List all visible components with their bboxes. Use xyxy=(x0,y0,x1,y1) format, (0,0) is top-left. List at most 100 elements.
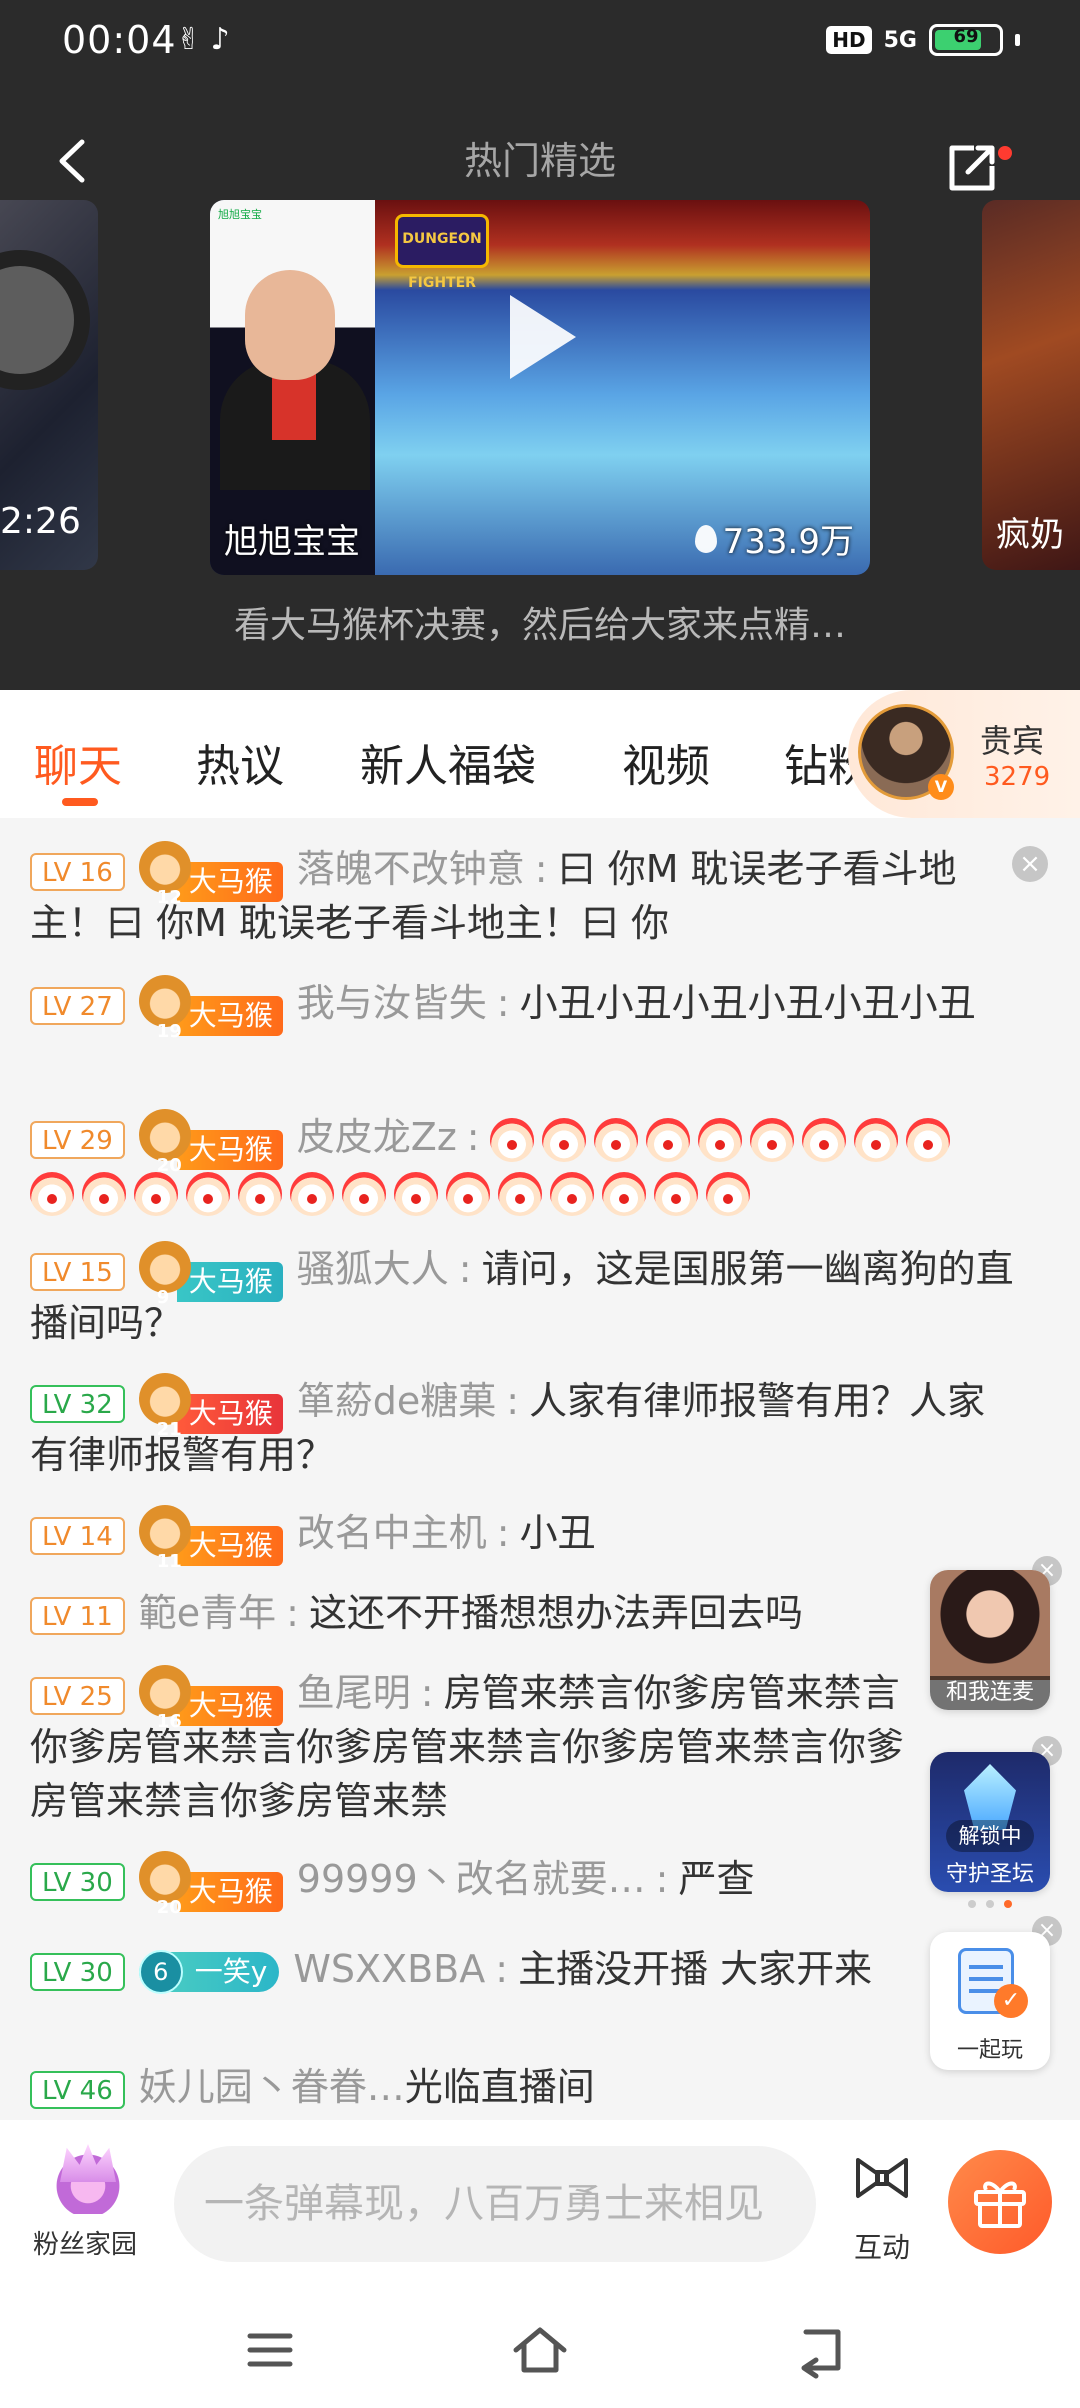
system-nav-bar xyxy=(0,2288,1080,2408)
chat-message: LV 14 11 大马猴 改名中主机: 小丑 xyxy=(30,1504,1020,1572)
tab-newbie-bag[interactable]: 新人福袋 xyxy=(360,730,536,794)
play-together-label: 一起玩 xyxy=(956,2038,1023,2063)
notification-icons: ✌ ♪ xyxy=(176,22,230,57)
user-level-badge: LV 29 xyxy=(30,1120,125,1159)
game-logo: DUNGEON FIGHTER xyxy=(395,214,489,291)
avatar xyxy=(930,1570,1050,1680)
user-level-badge: LV 16 xyxy=(30,852,125,891)
home-icon[interactable] xyxy=(510,2320,570,2380)
system-indicators: HD 5G 69 xyxy=(826,24,1020,56)
vip-icon: V xyxy=(928,774,954,800)
streamer-name: 疯奶 xyxy=(996,515,1064,555)
clown-emoji-icon xyxy=(749,1117,794,1162)
fan-badge: 20 大马猴 xyxy=(138,1850,283,1918)
menu-icon[interactable] xyxy=(240,2320,300,2380)
chat-username[interactable]: 皮皮龙Zz xyxy=(297,1115,457,1159)
back-nav-icon[interactable] xyxy=(790,2320,850,2380)
user-level-badge: LV 46 xyxy=(30,2070,125,2109)
tab-videos[interactable]: 视频 xyxy=(622,730,710,794)
user-level-badge: LV 27 xyxy=(30,986,125,1025)
clown-emoji-icon xyxy=(394,1171,438,1216)
clown-emoji-icon xyxy=(706,1171,750,1216)
chat-message: LV 27 19 大马猴 我与汝皆失: 小丑小丑小丑小丑小丑小丑 xyxy=(30,974,1020,1042)
clock: 00:04 xyxy=(62,18,177,62)
fan-badge: 12 大马猴 xyxy=(138,840,283,908)
check-icon: ✓ xyxy=(994,1984,1028,2018)
chat-username[interactable]: 改名中主机 xyxy=(297,1511,487,1555)
guest-label: 贵宾 xyxy=(980,722,1045,760)
streamer-name: 旭旭宝宝 xyxy=(224,522,360,562)
fan-badge: 16 大马猴 xyxy=(138,1664,283,1732)
guest-count: 3279 xyxy=(984,762,1051,792)
hd-icon: HD xyxy=(826,26,872,54)
signal-icon: 5G xyxy=(883,27,917,53)
chat-text: 这还不开播想想办法弄回去吗 xyxy=(308,1591,803,1635)
popularity-count: 733.9万 xyxy=(694,514,854,563)
chat-text: 小丑 xyxy=(519,1511,596,1555)
chat-username[interactable]: 鱼尾明 xyxy=(297,1671,411,1715)
active-tab-indicator xyxy=(62,798,98,806)
gift-icon xyxy=(974,2181,1026,2228)
lianmai-card[interactable]: 和我连麦 xyxy=(930,1570,1050,1710)
clown-emoji-icon xyxy=(550,1171,594,1216)
featured-carousel[interactable]: 2:26 旭旭宝宝 DUNGEON FIGHTER 旭旭宝宝 733.9万 疯奶 xyxy=(0,200,1080,575)
user-level-badge: LV 30 xyxy=(30,1952,125,1991)
carousel-card-main[interactable]: 旭旭宝宝 DUNGEON FIGHTER 旭旭宝宝 733.9万 xyxy=(210,200,870,575)
clown-emoji-icon xyxy=(853,1117,898,1162)
chat-username[interactable]: 骚狐大人 xyxy=(297,1247,449,1291)
chat-text: 严查 xyxy=(678,1857,755,1901)
clown-emoji-icon xyxy=(82,1171,126,1216)
clown-emoji-icon xyxy=(342,1171,386,1216)
tab-discussion[interactable]: 热议 xyxy=(196,730,284,794)
play-together-card[interactable]: ✓ 一起玩 xyxy=(930,1932,1050,2070)
chat-username[interactable]: 範e青年 xyxy=(139,1591,276,1635)
clown-emoji-icon xyxy=(541,1117,586,1162)
chat-text: 小丑小丑小丑小丑小丑小丑 xyxy=(519,981,976,1025)
guard-altar-card[interactable]: 解锁中 守护圣坛 xyxy=(930,1752,1050,1892)
fan-badge: 11 大马猴 xyxy=(138,1504,283,1572)
chat-username[interactable]: 我与汝皆失 xyxy=(297,981,487,1025)
clown-emoji-icon xyxy=(30,1171,74,1216)
crown-icon xyxy=(50,2144,126,2214)
chat-username[interactable]: WSXXBBA xyxy=(293,1947,485,1991)
chat-username[interactable]: 妖儿园丶眷眷… xyxy=(139,2065,405,2109)
chat-message: LV 46 妖儿园丶眷眷…光临直播间 xyxy=(30,2060,1020,2114)
clown-emoji-icon xyxy=(498,1171,542,1216)
chat-message: LV 25 16 大马猴 鱼尾明: 房管来禁言你爹房管来禁言你爹房管来禁言你爹房管来禁言… xyxy=(30,1664,930,1828)
vip-guest-button[interactable]: V 贵宾 3279 xyxy=(848,690,1080,818)
gift-button[interactable] xyxy=(948,2150,1052,2254)
chat-username[interactable]: 箪蒶de糖菓 xyxy=(297,1379,497,1423)
video-duration: 2:26 xyxy=(0,501,81,542)
carousel-card-prev[interactable]: 2:26 xyxy=(0,200,98,570)
fan-badge: 21 大马猴 xyxy=(138,1372,283,1440)
chat-message: LV 30 20 大马猴 99999丶改名就要…: 严查 xyxy=(30,1850,1020,1918)
guard-altar-label: 守护圣坛 xyxy=(945,1862,1034,1887)
chat-text: 光临直播间 xyxy=(404,2065,595,2109)
carousel-card-next[interactable]: 疯奶 xyxy=(982,200,1080,570)
chat-message: LV 29 20 大马猴 皮皮龙Zz: xyxy=(30,1108,1020,1218)
play-icon[interactable] xyxy=(510,295,576,379)
danmu-input[interactable]: 一条弹幕现，八百万勇士来相见 xyxy=(174,2146,816,2262)
share-icon[interactable] xyxy=(944,140,1000,196)
chat-list[interactable]: LV 16 12 大马猴 落魄不改钟意: 曰 你M 耽误老子看斗地主！曰 你M 耽误老子… xyxy=(0,830,1080,2120)
fans-home-label: 粉丝家园 xyxy=(32,2230,137,2260)
chat-message: LV 11 範e青年: 这还不开播想想办法弄回去吗 xyxy=(30,1586,1020,1640)
user-level-badge: LV 14 xyxy=(30,1516,125,1555)
bottom-bar: 粉丝家园 一条弹幕现，八百万勇士来相见 互动 xyxy=(0,2120,1080,2288)
carousel-caption: 看大马猴杯决赛，然后给大家来点精… xyxy=(233,605,846,646)
page-title: 热门精选 xyxy=(463,139,616,183)
unlock-status: 解锁中 xyxy=(946,1820,1034,1852)
fan-badge: 20 大马猴 xyxy=(138,1108,283,1176)
clown-emoji-icon xyxy=(446,1171,490,1216)
interact-button[interactable]: 互动 xyxy=(846,2150,918,2270)
tab-chat[interactable]: 聊天 xyxy=(34,730,122,794)
close-icon[interactable]: × xyxy=(1012,846,1048,882)
chat-username[interactable]: 落魄不改钟意 xyxy=(297,847,525,891)
fan-badge: 6 一笑y xyxy=(138,1949,280,1994)
clown-emoji-icon xyxy=(801,1117,846,1162)
flame-icon xyxy=(694,524,717,553)
chat-message: LV 30 6 一笑y WSXXBBA: 主播没开播 大家开来 xyxy=(30,1942,930,1996)
fan-badge: 9 大马猴 xyxy=(138,1240,283,1308)
chat-username[interactable]: 99999丶改名就要… xyxy=(297,1857,646,1901)
fans-home-button[interactable]: 粉丝家园 xyxy=(20,2144,150,2264)
